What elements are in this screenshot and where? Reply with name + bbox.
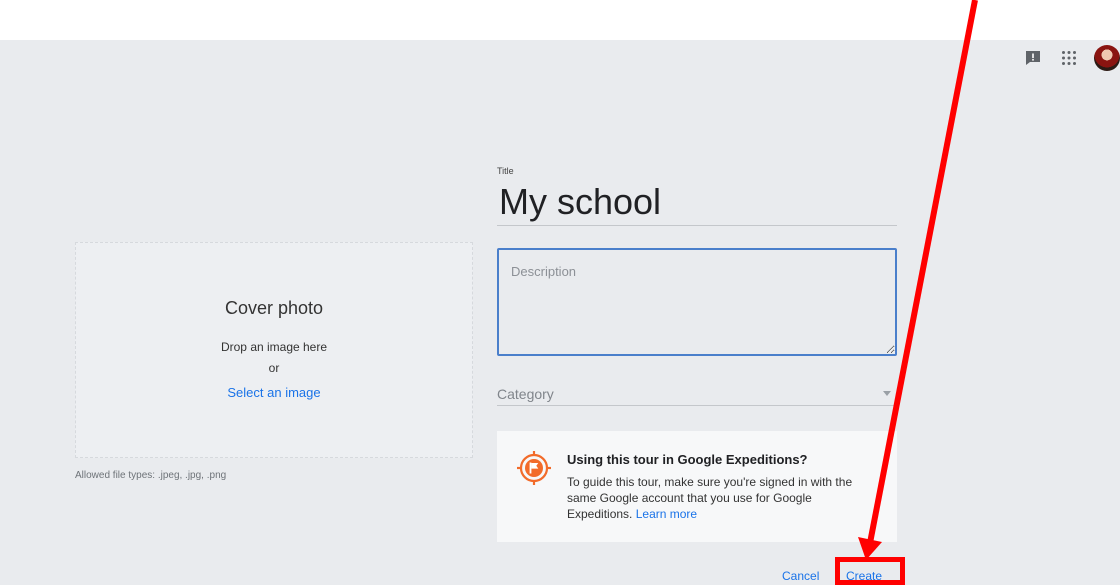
- category-dropdown[interactable]: Category: [497, 384, 897, 406]
- cancel-button[interactable]: Cancel: [782, 569, 819, 583]
- expeditions-info-card: Using this tour in Google Expeditions? T…: [497, 431, 897, 542]
- learn-more-link[interactable]: Learn more: [636, 507, 697, 521]
- allowed-file-types-note: Allowed file types: .jpeg, .jpg, .png: [75, 470, 227, 481]
- expeditions-info-body: To guide this tour, make sure you're sig…: [567, 474, 867, 522]
- title-label: Title: [497, 166, 514, 176]
- cover-photo-dropzone[interactable]: Cover photo Drop an image here or Select…: [75, 242, 473, 458]
- apps-grid-icon[interactable]: [1058, 47, 1080, 69]
- annotation-highlight-box: [835, 557, 905, 585]
- description-textarea[interactable]: [497, 248, 897, 356]
- header-icons: [1022, 45, 1120, 71]
- cover-photo-title: Cover photo: [224, 298, 324, 318]
- or-text: or: [268, 361, 280, 375]
- select-image-link[interactable]: Select an image: [76, 385, 472, 400]
- expeditions-flag-icon: [517, 451, 551, 485]
- category-placeholder: Category: [497, 386, 554, 402]
- expeditions-info-heading: Using this tour in Google Expeditions?: [567, 452, 808, 467]
- drop-image-text: Drop an image here: [220, 340, 328, 354]
- chevron-down-icon: [883, 391, 891, 396]
- title-input[interactable]: [497, 178, 897, 226]
- expeditions-info-text: To guide this tour, make sure you're sig…: [567, 475, 853, 521]
- account-avatar[interactable]: [1094, 45, 1120, 71]
- feedback-icon[interactable]: [1022, 47, 1044, 69]
